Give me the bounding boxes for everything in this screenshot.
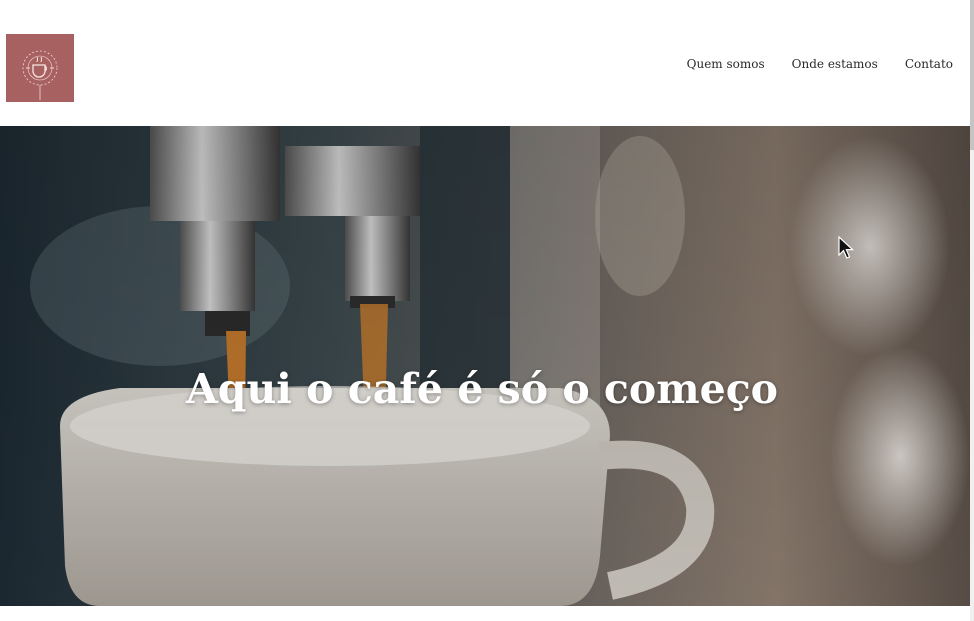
scrollbar-thumb[interactable]	[970, 0, 974, 150]
vertical-scrollbar[interactable]	[970, 0, 974, 621]
page-bottom-strip	[0, 606, 970, 621]
nav-item-quem-somos[interactable]: Quem somos	[687, 57, 765, 71]
mouse-pointer-icon	[838, 236, 854, 259]
site-header: Quem somos Onde estamos Contato	[0, 0, 970, 126]
coffee-cup-logo-icon	[22, 50, 58, 100]
nav-item-onde-estamos[interactable]: Onde estamos	[792, 57, 878, 71]
hero-title: Aqui o café é só o começo	[185, 365, 779, 414]
nav-item-contato[interactable]: Contato	[905, 57, 953, 71]
hero-banner: Aqui o café é só o começo	[0, 126, 970, 606]
page: Quem somos Onde estamos Contato Aqui o c…	[0, 0, 974, 621]
main-navigation: Quem somos Onde estamos Contato	[687, 57, 953, 71]
site-logo[interactable]	[6, 34, 74, 102]
